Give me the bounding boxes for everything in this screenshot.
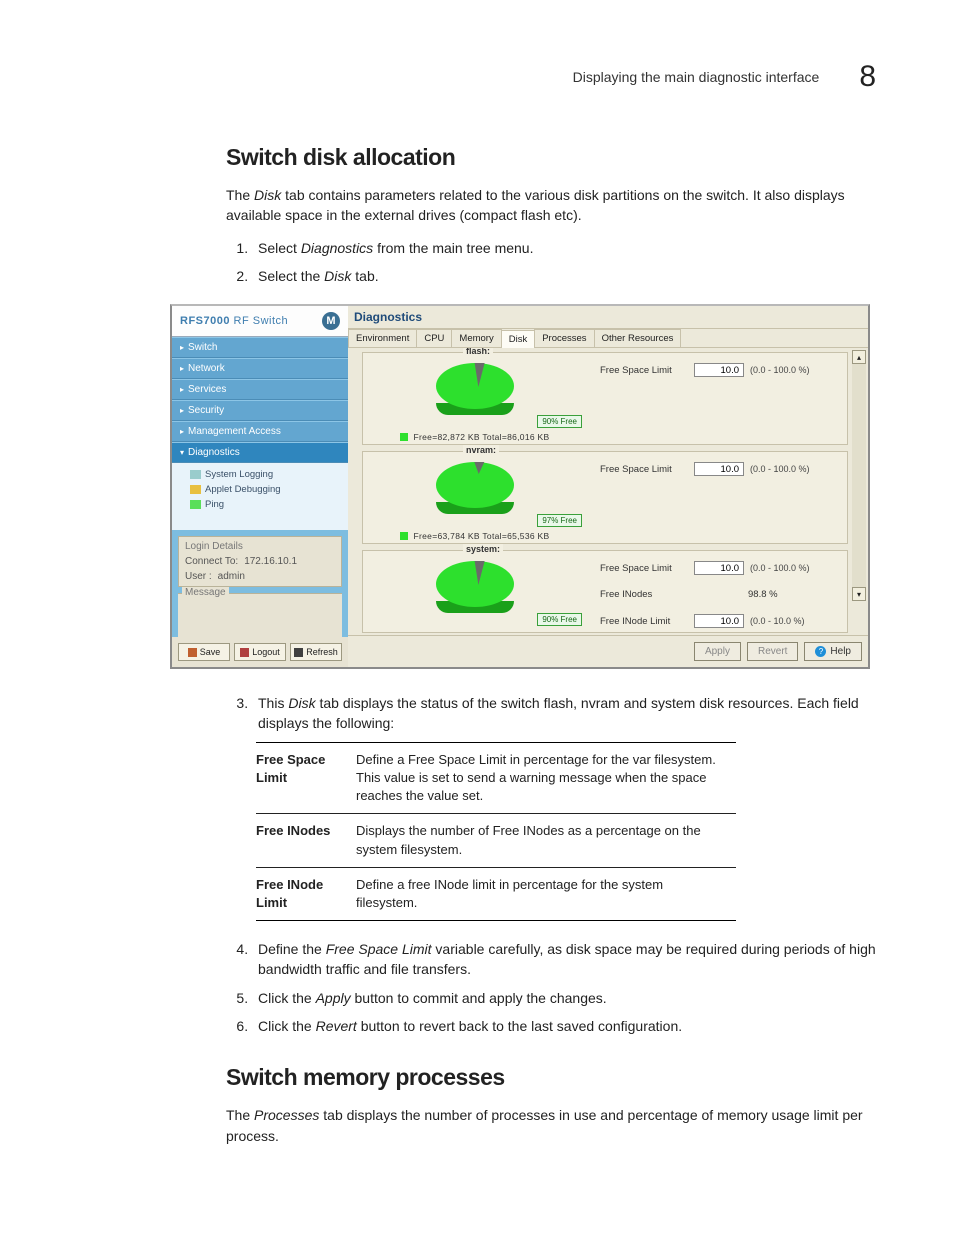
subnav-ping[interactable]: Ping <box>190 497 348 512</box>
chevron-down-icon: ▾ <box>180 448 184 457</box>
login-details-panel: Login Details Connect To:172.16.10.1 Use… <box>178 536 342 587</box>
header-chapter-number: 8 <box>859 60 876 94</box>
diagnostics-disk-screenshot: RFS7000 RF Switch M ▸Switch ▸Network ▸Se… <box>170 304 870 669</box>
log-icon <box>190 470 201 479</box>
page-header: Displaying the main diagnostic interface… <box>60 60 894 94</box>
tab-environment[interactable]: Environment <box>348 329 417 347</box>
heading-switch-memory-processes: Switch memory processes <box>226 1064 880 1091</box>
panel-title: Diagnostics <box>348 306 868 329</box>
scroll-up-button[interactable]: ▴ <box>852 350 866 364</box>
refresh-button[interactable]: Refresh <box>290 643 342 661</box>
nav-diagnostics-children: System Logging Applet Debugging Ping <box>172 463 348 516</box>
processes-intro-paragraph: The Processes tab displays the number of… <box>226 1105 880 1146</box>
row-free-inode-limit-key: Free INode Limit <box>256 867 356 920</box>
system-free-inodes-value: 98.8 % <box>748 589 778 600</box>
refresh-icon <box>294 648 303 657</box>
free-badge: 90% Free <box>537 415 582 428</box>
row-free-inodes-val: Displays the number of Free INodes as a … <box>356 814 736 867</box>
tab-memory[interactable]: Memory <box>451 329 501 347</box>
chevron-right-icon: ▸ <box>180 385 184 394</box>
tab-cpu[interactable]: CPU <box>416 329 452 347</box>
ping-icon <box>190 500 201 509</box>
flash-free-space-limit-input[interactable] <box>694 363 744 377</box>
row-free-inodes-key: Free INodes <box>256 814 356 867</box>
help-icon: ? <box>815 646 826 657</box>
motorola-logo-icon: M <box>322 312 340 330</box>
disk-section-flash: flash: 90% Free Free=82,872 KB Total=86,… <box>362 352 848 445</box>
chevron-right-icon: ▸ <box>180 364 184 373</box>
tab-other-resources[interactable]: Other Resources <box>594 329 682 347</box>
nav-security[interactable]: ▸Security <box>172 400 348 421</box>
subnav-system-logging[interactable]: System Logging <box>190 467 348 482</box>
step-3: This Disk tab displays the status of the… <box>252 693 880 734</box>
heading-switch-disk-allocation: Switch disk allocation <box>226 144 880 171</box>
system-free-inode-limit-input[interactable] <box>694 614 744 628</box>
row-free-space-limit-val: Define a Free Space Limit in percentage … <box>356 742 736 814</box>
chevron-right-icon: ▸ <box>180 343 184 352</box>
disk-steps-list: Select Diagnostics from the main tree me… <box>226 238 880 287</box>
disk-intro-paragraph: The Disk tab contains parameters related… <box>226 185 880 226</box>
step-1: Select Diagnostics from the main tree me… <box>252 238 880 258</box>
legend-flash: Free=82,872 KB Total=86,016 KB <box>400 432 550 442</box>
tab-disk[interactable]: Disk <box>501 330 535 348</box>
message-panel: Message <box>178 593 342 637</box>
step-4: Define the Free Space Limit variable car… <box>252 939 880 980</box>
system-free-space-limit-input[interactable] <box>694 561 744 575</box>
chevron-right-icon: ▸ <box>180 406 184 415</box>
disk-steps-list-end: Define the Free Space Limit variable car… <box>226 939 880 1036</box>
pie-chart-flash <box>436 363 514 411</box>
pie-chart-system <box>436 561 514 609</box>
revert-button[interactable]: Revert <box>747 642 798 661</box>
scrollbar-track[interactable] <box>852 364 866 587</box>
applet-icon <box>190 485 201 494</box>
free-badge: 90% Free <box>537 613 582 626</box>
legend-swatch-icon <box>400 532 408 540</box>
field-description-table: Free Space LimitDefine a Free Space Limi… <box>256 742 736 921</box>
brand-bar: RFS7000 RF Switch M <box>172 306 348 337</box>
nav-management-access[interactable]: ▸Management Access <box>172 421 348 442</box>
nav-diagnostics[interactable]: ▾Diagnostics <box>172 442 348 463</box>
header-label: Displaying the main diagnostic interface <box>573 69 820 85</box>
step-2: Select the Disk tab. <box>252 266 880 286</box>
help-button[interactable]: ?Help <box>804 642 862 661</box>
disk-section-nvram: nvram: 97% Free Free=63,784 KB Total=65,… <box>362 451 848 544</box>
step-5: Click the Apply button to commit and app… <box>252 988 880 1008</box>
legend-nvram: Free=63,784 KB Total=65,536 KB <box>400 531 550 541</box>
chevron-right-icon: ▸ <box>180 427 184 436</box>
legend-swatch-icon <box>400 433 408 441</box>
save-icon <box>188 648 197 657</box>
row-free-inode-limit-val: Define a free INode limit in percentage … <box>356 867 736 920</box>
scroll-down-button[interactable]: ▾ <box>852 587 866 601</box>
logout-icon <box>240 648 249 657</box>
tab-bar: Environment CPU Memory Disk Processes Ot… <box>348 329 868 348</box>
nav-network[interactable]: ▸Network <box>172 358 348 379</box>
disk-section-system: system: 90% Free Free Space Limit (0.0 -… <box>362 550 848 633</box>
disk-steps-list-cont: This Disk tab displays the status of the… <box>226 693 880 734</box>
nav-services[interactable]: ▸Services <box>172 379 348 400</box>
nav-switch[interactable]: ▸Switch <box>172 337 348 358</box>
row-free-space-limit-key: Free Space Limit <box>256 742 356 814</box>
subnav-applet-debugging[interactable]: Applet Debugging <box>190 482 348 497</box>
pie-chart-nvram <box>436 462 514 510</box>
free-badge: 97% Free <box>537 514 582 527</box>
apply-button[interactable]: Apply <box>694 642 741 661</box>
save-button[interactable]: Save <box>178 643 230 661</box>
tab-processes[interactable]: Processes <box>534 329 594 347</box>
nvram-free-space-limit-input[interactable] <box>694 462 744 476</box>
step-6: Click the Revert button to revert back t… <box>252 1016 880 1036</box>
logout-button[interactable]: Logout <box>234 643 286 661</box>
